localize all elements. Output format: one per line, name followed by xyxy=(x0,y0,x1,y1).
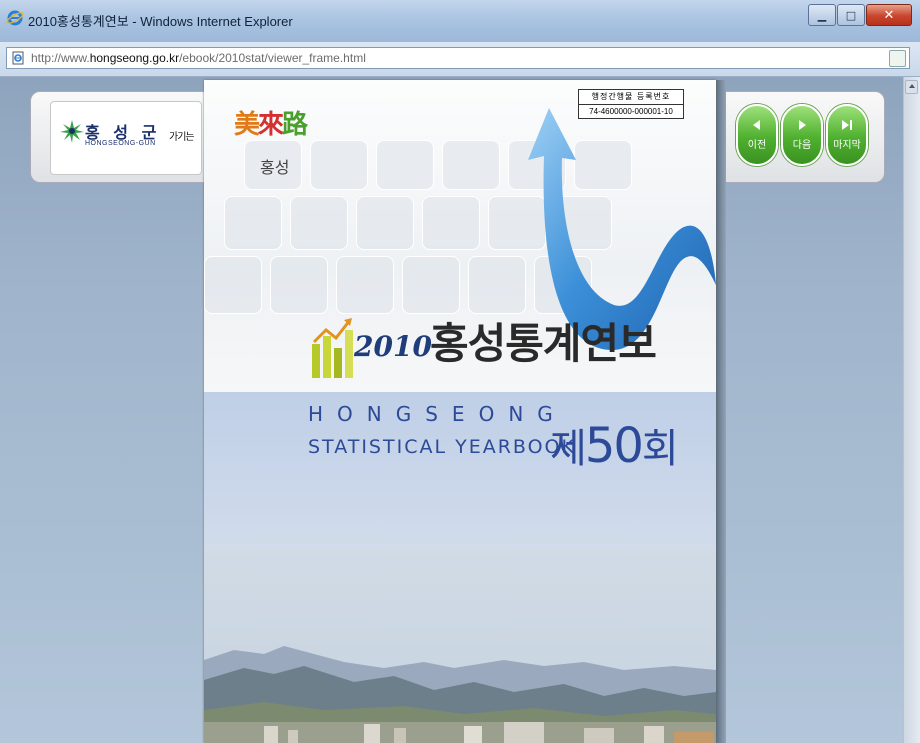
grid-tile xyxy=(402,256,460,314)
internet-explorer-icon xyxy=(6,10,24,26)
yearbook-year: 2010 xyxy=(354,330,432,363)
prev-page-button[interactable]: 이전 xyxy=(736,104,778,166)
window-title: 2010홍성통계연보 - Windows Internet Explorer xyxy=(28,14,293,29)
arrow-left-icon xyxy=(753,120,760,130)
url-text: http://www.hongseong.go.kr/ebook/2010sta… xyxy=(31,51,366,65)
arrow-right-icon xyxy=(799,120,806,130)
logo-subtitle: HONGSEONG-GUN xyxy=(85,140,156,147)
slogan-mirae-ro: 美來路 xyxy=(234,104,308,141)
bar-chart-logo-icon xyxy=(312,318,353,378)
last-page-button[interactable]: 마지막 xyxy=(826,104,868,166)
ebook-cover-page[interactable]: 美來路 홍성 행정간행물 등록번호 74-4600000-000001-10 2… xyxy=(204,80,716,743)
grid-tile xyxy=(290,196,348,250)
address-bar: http://www.hongseong.go.kr/ebook/2010sta… xyxy=(0,42,920,77)
maximize-button[interactable]: □ xyxy=(837,4,865,26)
slogan-char-3: 路 xyxy=(282,110,308,140)
grid-tile xyxy=(422,196,480,250)
grid-tile xyxy=(270,256,328,314)
hongseong-emblem-icon xyxy=(60,120,84,143)
window-controls: ▁ □ ✕ xyxy=(807,4,912,26)
compatibility-view-icon[interactable] xyxy=(889,50,906,67)
grid-tile xyxy=(442,140,500,190)
grid-tile xyxy=(224,196,282,250)
slogan-subtitle: 홍성 xyxy=(260,158,290,177)
scroll-up-arrow-icon[interactable] xyxy=(905,80,918,94)
window-titlebar[interactable]: 2010홍성통계연보 - Windows Internet Explorer ▁… xyxy=(0,0,920,43)
english-title-line-1: HONGSEONG xyxy=(308,402,567,426)
close-button[interactable]: ✕ xyxy=(866,4,912,26)
english-title-line-2: STATISTICAL YEARBOOK xyxy=(308,436,576,458)
skip-to-end-icon xyxy=(842,120,852,130)
logo-go-text: 가기는 xyxy=(169,132,195,143)
hongseong-gun-logo-link[interactable]: 홍 성 군 HONGSEONG-GUN 가기는 xyxy=(50,101,202,175)
vertical-scrollbar[interactable] xyxy=(903,77,920,743)
page-icon xyxy=(12,51,24,65)
grid-tile xyxy=(376,140,434,190)
grid-tile xyxy=(356,196,414,250)
grid-tile xyxy=(204,256,262,314)
url-field[interactable]: http://www.hongseong.go.kr/ebook/2010sta… xyxy=(6,47,910,69)
last-page-label: 마지막 xyxy=(833,140,861,151)
minimize-button[interactable]: ▁ xyxy=(808,4,836,26)
next-page-button[interactable]: 다음 xyxy=(781,104,823,166)
slogan-char-1: 美 xyxy=(234,110,260,140)
grid-tile xyxy=(336,256,394,314)
book-page-shadow xyxy=(716,80,726,743)
yearbook-title: 홍성통계연보 xyxy=(430,319,657,368)
prev-page-label: 이전 xyxy=(747,140,767,151)
city-landscape-photo xyxy=(204,550,716,743)
grid-tile xyxy=(310,140,368,190)
next-page-label: 다음 xyxy=(792,140,812,151)
edition-label: 제50회 xyxy=(550,418,679,474)
slogan-char-2: 來 xyxy=(258,110,284,140)
